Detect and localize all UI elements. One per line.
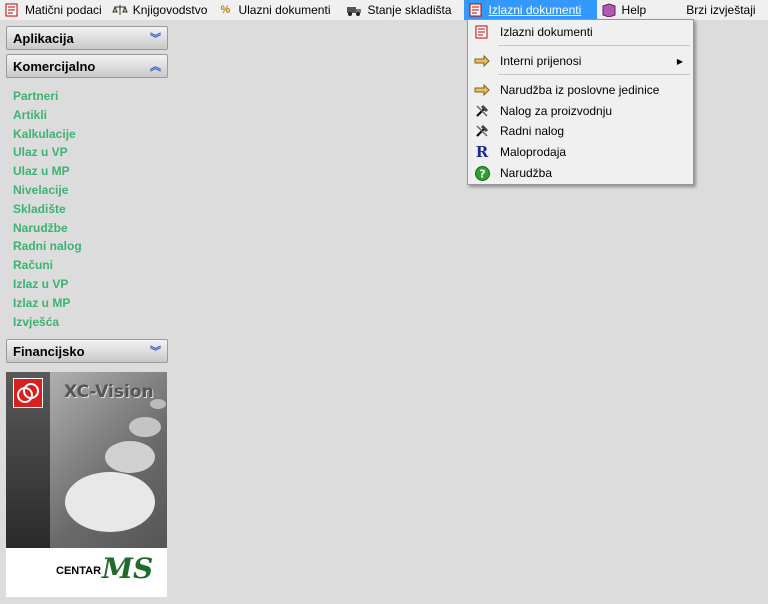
section-title: Financijsko xyxy=(13,343,85,359)
xc-vision-logo-icon xyxy=(13,378,43,408)
link-izlaz-u-mp[interactable]: Izlaz u MP xyxy=(13,294,168,313)
link-nivelacije[interactable]: Nivelacije xyxy=(13,181,168,200)
percent-icon: % xyxy=(220,4,231,16)
letter-r-icon: R xyxy=(475,143,489,161)
dd-izlazni-dokumenti[interactable]: Izlazni dokumenti xyxy=(470,22,691,42)
menu-maticni-podaci[interactable]: Matični podaci xyxy=(0,0,108,20)
scales-icon xyxy=(111,3,128,17)
link-racuni[interactable]: Računi xyxy=(13,256,168,275)
link-partneri[interactable]: Partneri xyxy=(13,87,168,106)
dd-label: Interni prijenosi xyxy=(500,54,582,68)
chevron-down-icon[interactable]: ︾ xyxy=(150,30,161,46)
document-red-icon xyxy=(4,3,20,17)
dd-label: Narudžba iz poslovne jedinice xyxy=(500,83,660,97)
menu-izlazni-dokumenti[interactable]: Izlazni dokumenti xyxy=(463,0,597,20)
sidebar: Aplikacija ︾ Komercijalno ︽ Partneri Art… xyxy=(6,26,168,367)
menu-knjigovodstvo[interactable]: Knjigovodstvo xyxy=(108,0,214,20)
section-title: Komercijalno xyxy=(13,58,96,74)
dd-label: Izlazni dokumenti xyxy=(500,25,593,39)
menu-bar: Matični podaci Knjigovodstvo % Ulazni do… xyxy=(0,0,768,20)
dd-narudzba[interactable]: ? Narudžba xyxy=(470,163,691,183)
hammer-icon xyxy=(474,103,490,119)
menu-label: Brzi izvještaji xyxy=(686,3,756,17)
chevron-down-icon[interactable]: ︾ xyxy=(150,343,161,359)
link-skladiste[interactable]: Skladište xyxy=(13,200,168,219)
dd-nalog-za-proizvodnju[interactable]: Nalog za proizvodnju xyxy=(470,101,691,121)
question-green-icon: ? xyxy=(474,165,490,181)
izlazni-dokumenti-dropdown: Izlazni dokumenti Interni prijenosi ▶ Na… xyxy=(467,19,694,185)
dd-maloprodaja[interactable]: R Maloprodaja xyxy=(470,142,691,162)
product-name: XC-Vision xyxy=(64,382,154,402)
section-aplikacija[interactable]: Aplikacija ︾ xyxy=(6,26,168,50)
section-financijsko[interactable]: Financijsko ︾ xyxy=(6,339,168,364)
arrow-right-icon xyxy=(474,82,490,98)
svg-text:?: ? xyxy=(479,167,485,180)
document-red-icon xyxy=(474,24,490,40)
menu-help[interactable]: Help xyxy=(597,0,653,20)
dd-interni-prijenosi[interactable]: Interni prijenosi ▶ xyxy=(470,51,691,71)
dd-label: Nalog za proizvodnju xyxy=(500,104,613,118)
logo-panel: XC-Vision CENTAR MS xyxy=(6,372,167,597)
dd-separator xyxy=(498,74,690,75)
link-narudzbe[interactable]: Narudžbe xyxy=(13,219,168,238)
section-title: Aplikacija xyxy=(13,30,74,46)
dd-label: Maloprodaja xyxy=(500,145,567,159)
book-icon xyxy=(601,3,617,18)
dd-label: Narudžba xyxy=(500,166,553,180)
menu-label: Stanje skladišta xyxy=(367,3,452,17)
dd-label: Radni nalog xyxy=(500,124,565,138)
menu-label: Help xyxy=(621,3,647,17)
dd-narudzba-iz-poslovne-jedinice[interactable]: Narudžba iz poslovne jedinice xyxy=(470,80,691,100)
link-izvjesca[interactable]: Izvješća xyxy=(13,313,168,332)
arrow-right-icon xyxy=(474,53,490,69)
company-name: CENTAR xyxy=(56,565,102,577)
link-ulaz-u-mp[interactable]: Ulaz u MP xyxy=(13,162,168,181)
truck-icon xyxy=(346,3,362,17)
dd-radni-nalog[interactable]: Radni nalog xyxy=(470,121,691,141)
menu-ulazni-dokumenti[interactable]: % Ulazni dokumenti xyxy=(213,0,336,20)
submenu-arrow-icon: ▶ xyxy=(676,56,683,66)
menu-label: Knjigovodstvo xyxy=(132,3,208,17)
menu-brzi-izvjestaji[interactable]: Brzi izvještaji xyxy=(682,0,761,20)
document-red-icon xyxy=(468,3,484,17)
menu-stanje-skladista[interactable]: Stanje skladišta xyxy=(342,0,457,20)
chevron-up-icon[interactable]: ︽ xyxy=(150,58,161,74)
company-ms-mark: MS xyxy=(102,552,154,585)
link-radni-nalog[interactable]: Radni nalog xyxy=(13,237,168,256)
dd-separator xyxy=(498,45,690,46)
link-kalkulacije[interactable]: Kalkulacije xyxy=(13,125,168,144)
menu-label: Ulazni dokumenti xyxy=(238,3,331,17)
link-izlaz-u-vp[interactable]: Izlaz u VP xyxy=(13,275,168,294)
komercijalno-links: Partneri Artikli Kalkulacije Ulaz u VP U… xyxy=(6,82,168,335)
section-komercijalno[interactable]: Komercijalno ︽ xyxy=(6,54,168,78)
link-ulaz-u-vp[interactable]: Ulaz u VP xyxy=(13,143,168,162)
link-artikli[interactable]: Artikli xyxy=(13,106,168,125)
hammer-icon xyxy=(474,123,490,139)
menu-label: Izlazni dokumenti xyxy=(488,3,582,17)
menu-label: Matični podaci xyxy=(25,3,102,17)
